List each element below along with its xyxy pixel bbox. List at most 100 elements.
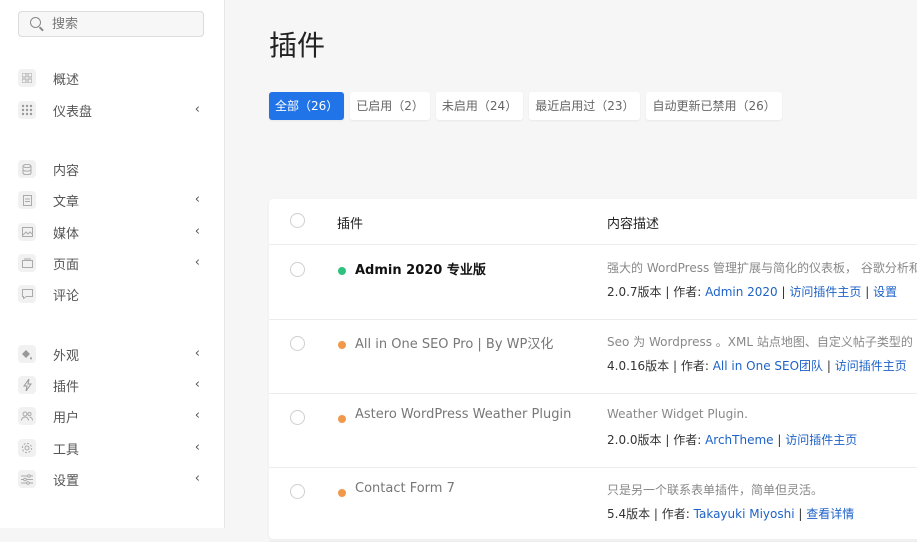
- author-link[interactable]: All in One SEO团队: [713, 359, 823, 373]
- sidebar-item-posts[interactable]: 文章 ‹: [18, 188, 204, 212]
- plugin-name[interactable]: Admin 2020 专业版: [355, 259, 486, 278]
- chevron-left-icon: ‹: [194, 224, 200, 239]
- plugin-homepage-link[interactable]: 访问插件主页: [785, 433, 857, 447]
- select-all-checkbox[interactable]: [290, 213, 305, 228]
- tab-auto-update-disabled[interactable]: 自动更新已禁用（26）: [646, 92, 782, 120]
- plugin-meta: 5.4版本 | 作者: Takayuki Miyoshi | 查看详情: [607, 505, 854, 522]
- separator: |: [777, 433, 782, 447]
- sidebar-item-label: 评论: [53, 288, 80, 304]
- plugin-description: 强大的 WordPress 管理扩展与简化的仪表板， 谷歌分析和 W: [607, 261, 917, 275]
- paint-bucket-icon: [18, 345, 36, 363]
- status-dot: [338, 489, 346, 497]
- sidebar-item-label: 内容: [53, 163, 80, 179]
- search-box[interactable]: [18, 11, 204, 37]
- plugin-homepage-link[interactable]: 访问插件主页: [789, 285, 861, 299]
- plugin-name[interactable]: Contact Form 7: [355, 481, 455, 496]
- status-dot: [338, 341, 346, 349]
- column-header-plugin: 插件: [337, 217, 364, 232]
- settings-link[interactable]: 设置: [873, 285, 897, 299]
- row-checkbox[interactable]: [290, 336, 305, 351]
- chevron-left-icon: ‹: [194, 440, 200, 455]
- author-link[interactable]: ArchTheme: [705, 433, 773, 447]
- separator: |: [798, 507, 803, 521]
- table-header: 插件 内容描述: [269, 199, 917, 245]
- column-header-description: 内容描述: [607, 217, 660, 232]
- sidebar-item-label: 媒体: [53, 226, 80, 242]
- dots-grid-icon: [18, 101, 36, 119]
- plugin-meta: 4.0.16版本 | 作者: All in One SEO团队 | 访问插件主页: [607, 357, 907, 374]
- plugin-version: 2.0.0版本 | 作者:: [607, 433, 702, 447]
- chevron-left-icon: ‹: [194, 408, 200, 423]
- grid-icon: [18, 69, 36, 87]
- pages-icon: [18, 254, 36, 272]
- plugin-description: Weather Widget Plugin.: [607, 407, 748, 421]
- sidebar-item-pages[interactable]: 页面 ‹: [18, 251, 204, 275]
- sidebar-item-content[interactable]: 内容: [18, 157, 204, 181]
- status-dot: [338, 415, 346, 423]
- row-checkbox[interactable]: [290, 410, 305, 425]
- chevron-left-icon: ‹: [194, 102, 200, 117]
- sidebar-item-label: 概述: [53, 72, 80, 88]
- separator: |: [781, 285, 786, 299]
- sidebar-item-dashboard[interactable]: 仪表盘 ‹: [18, 98, 204, 122]
- sidebar-item-overview[interactable]: 概述: [18, 66, 204, 90]
- sidebar-item-label: 用户: [53, 410, 80, 426]
- sidebar: 概述 仪表盘 ‹ 内容 文章 ‹ 媒体 ‹ 页面 ‹: [0, 0, 225, 528]
- tab-recently-active[interactable]: 最近启用过（23）: [529, 92, 641, 120]
- plugins-table: 插件 内容描述 Admin 2020 专业版 强大的 WordPress 管理扩…: [269, 199, 917, 542]
- plugin-description: 只是另一个联系表单插件，简单但灵活。: [607, 483, 824, 497]
- plugin-homepage-link[interactable]: 访问插件主页: [835, 359, 907, 373]
- chevron-left-icon: ‹: [194, 346, 200, 361]
- plugin-meta: 2.0.7版本 | 作者: Admin 2020 | 访问插件主页 | 设置: [607, 283, 897, 300]
- table-row: Astero WordPress Weather Plugin Weather …: [269, 393, 917, 468]
- comment-icon: [18, 285, 36, 303]
- image-icon: [18, 223, 36, 241]
- gear-icon: [18, 439, 36, 457]
- plugin-meta: 2.0.0版本 | 作者: ArchTheme | 访问插件主页: [607, 431, 857, 448]
- table-row: Admin 2020 专业版 强大的 WordPress 管理扩展与简化的仪表板…: [269, 245, 917, 320]
- tab-all[interactable]: 全部（26）: [269, 92, 345, 120]
- table-row: Contact Form 7 只是另一个联系表单插件，简单但灵活。 5.4版本 …: [269, 467, 917, 542]
- filter-tabs: 全部（26） 已启用（2） 未启用（24） 最近启用过（23） 自动更新已禁用（…: [269, 92, 782, 120]
- plug-icon: [18, 376, 36, 394]
- document-icon: [18, 191, 36, 209]
- chevron-left-icon: ‹: [194, 471, 200, 486]
- users-icon: [18, 407, 36, 425]
- sidebar-item-plugins[interactable]: 插件 ‹: [18, 373, 204, 397]
- plugin-version: 2.0.7版本 | 作者:: [607, 285, 702, 299]
- details-link[interactable]: 查看详情: [806, 507, 854, 521]
- separator: |: [826, 359, 831, 373]
- sidebar-item-label: 仪表盘: [53, 104, 93, 120]
- page-title: 插件: [269, 29, 326, 62]
- plugin-version: 4.0.16版本 | 作者:: [607, 359, 709, 373]
- tab-inactive[interactable]: 未启用（24）: [435, 92, 524, 120]
- search-input[interactable]: [52, 15, 192, 33]
- plugin-name[interactable]: Astero WordPress Weather Plugin: [355, 407, 571, 422]
- sidebar-item-users[interactable]: 用户 ‹: [18, 404, 204, 428]
- sidebar-item-label: 工具: [53, 442, 80, 458]
- tab-active[interactable]: 已启用（2）: [350, 92, 430, 120]
- main-content: 插件 全部（26） 已启用（2） 未启用（24） 最近启用过（23） 自动更新已…: [225, 0, 917, 542]
- plugin-version: 5.4版本 | 作者:: [607, 507, 690, 521]
- author-link[interactable]: Admin 2020: [705, 285, 778, 299]
- sliders-icon: [18, 470, 36, 488]
- chevron-left-icon: ‹: [194, 192, 200, 207]
- sidebar-item-label: 页面: [53, 257, 80, 273]
- plugin-name[interactable]: All in One SEO Pro | By WP汉化: [355, 333, 553, 352]
- sidebar-item-media[interactable]: 媒体 ‹: [18, 220, 204, 244]
- sidebar-item-settings[interactable]: 设置 ‹: [18, 467, 204, 491]
- row-checkbox[interactable]: [290, 484, 305, 499]
- sidebar-item-label: 文章: [53, 194, 80, 210]
- sidebar-item-tools[interactable]: 工具 ‹: [18, 436, 204, 460]
- row-checkbox[interactable]: [290, 262, 305, 277]
- sidebar-item-label: 外观: [53, 348, 80, 364]
- sidebar-item-appearance[interactable]: 外观 ‹: [18, 342, 204, 366]
- sidebar-item-comments[interactable]: 评论: [18, 282, 204, 306]
- table-row: All in One SEO Pro | By WP汉化 Seo 为 Wordp…: [269, 319, 917, 394]
- sidebar-item-label: 插件: [53, 379, 80, 395]
- chevron-left-icon: ‹: [194, 377, 200, 392]
- separator: |: [865, 285, 870, 299]
- author-link[interactable]: Takayuki Miyoshi: [694, 507, 795, 521]
- chevron-left-icon: ‹: [194, 255, 200, 270]
- sidebar-item-label: 设置: [53, 473, 80, 489]
